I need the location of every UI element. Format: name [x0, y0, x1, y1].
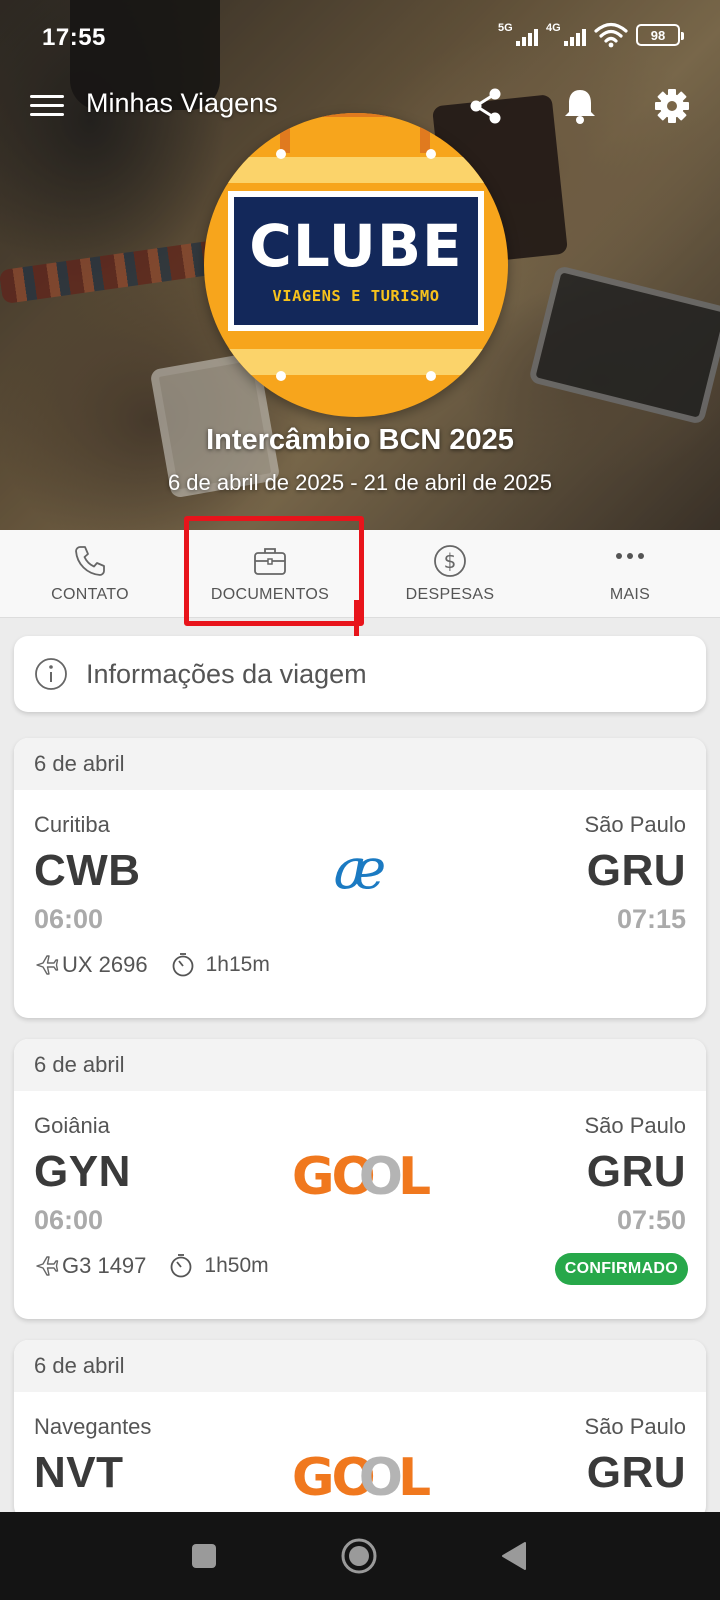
tab-label: MAIS [609, 586, 651, 603]
trip-header-image: 17:55 5G 4G 98 Minhas Viagens CLUBE VIAG… [0, 0, 720, 530]
arrival-time: 07:50 [616, 1205, 686, 1235]
tab-label: CONTATO [51, 586, 129, 603]
plane-icon [36, 955, 59, 975]
origin-city: Curitiba [34, 812, 110, 837]
info-icon [35, 658, 67, 690]
plane-icon [36, 1256, 59, 1276]
dollar-icon: $ [434, 545, 466, 577]
origin-city: Goiânia [34, 1113, 110, 1138]
tab-mais[interactable]: MAIS [540, 530, 720, 617]
battery-icon: 98 [636, 24, 684, 46]
square-icon [192, 1544, 216, 1568]
status-badge: CONFIRMADO [554, 1253, 688, 1285]
trip-title: Intercâmbio BCN 2025 [206, 424, 514, 456]
destination-code: GRU [586, 1448, 686, 1497]
logo-main-text: CLUBE [249, 212, 463, 280]
briefcase-icon [254, 548, 286, 575]
gol-logo: GOOL [291, 1147, 431, 1207]
signal-4g-icon: 4G [546, 22, 586, 48]
flight-card[interactable]: 6 de abril Navegantes São Paulo NVT GRU … [14, 1340, 706, 1520]
destination-city: São Paulo [584, 1414, 686, 1439]
origin-code: GYN [34, 1147, 131, 1196]
trip-tabs: CONTATO DOCUMENTOS $ DESPESAS MAIS [0, 530, 720, 618]
destination-code: GRU [586, 1147, 686, 1196]
menu-icon[interactable] [30, 88, 64, 122]
logo-sub-text: VIAGENS E TURISMO [272, 287, 440, 305]
trip-info-button[interactable]: Informações da viagem [14, 636, 706, 712]
back-button[interactable] [492, 1534, 536, 1578]
origin-code: CWB [34, 846, 141, 895]
app-title: Minhas Viagens [86, 88, 278, 118]
wifi-icon [594, 22, 628, 48]
signal-5g-icon: 5G [498, 22, 538, 48]
flight-date: 6 de abril [14, 1340, 706, 1392]
departure-time: 06:00 [34, 904, 104, 934]
destination-code: GRU [586, 846, 686, 895]
air-europa-logo: æ [333, 837, 387, 902]
more-icon [616, 553, 644, 559]
flight-date: 6 de abril [14, 738, 706, 790]
flight-number: G3 1497 [62, 1253, 147, 1278]
origin-code: NVT [34, 1448, 124, 1497]
destination-city: São Paulo [584, 812, 686, 837]
gol-logo: GOOL [291, 1448, 431, 1508]
flight-number: UX 2696 [62, 952, 148, 977]
phone-icon [75, 546, 105, 576]
destination-city: São Paulo [584, 1113, 686, 1138]
home-button[interactable] [337, 1534, 381, 1578]
flight-duration: 1h50m [204, 1254, 269, 1277]
trip-dates: 6 de abril de 2025 - 21 de abril de 2025 [167, 470, 553, 495]
flight-card[interactable]: 6 de abril Curitiba São Paulo CWB GRU æ … [14, 738, 706, 1018]
origin-city: Navegantes [34, 1414, 152, 1439]
triangle-back-icon [502, 1542, 526, 1570]
flight-card[interactable]: 6 de abril Goiânia São Paulo GYN GRU GOO… [14, 1039, 706, 1319]
trip-info-label: Informações da viagem [86, 658, 367, 689]
system-nav-bar [0, 1512, 720, 1600]
recent-apps-button[interactable] [182, 1534, 226, 1578]
status-time: 17:55 [42, 24, 106, 51]
tab-contato[interactable]: CONTATO [0, 530, 180, 617]
timer-icon [172, 953, 194, 977]
tab-label: DESPESAS [405, 586, 495, 603]
circle-icon [341, 1538, 377, 1574]
arrival-time: 07:15 [616, 904, 686, 934]
departure-time: 06:00 [34, 1205, 104, 1235]
share-icon[interactable] [464, 84, 508, 128]
tab-label: DOCUMENTOS [210, 586, 330, 603]
svg-text:$: $ [444, 549, 457, 573]
timer-icon [171, 1254, 192, 1278]
gear-icon[interactable] [650, 84, 694, 128]
bell-icon[interactable] [558, 84, 602, 128]
status-bar: 17:55 5G 4G 98 [0, 0, 720, 72]
tab-documentos[interactable]: DOCUMENTOS [180, 530, 360, 617]
agency-logo: CLUBE VIAGENS E TURISMO [204, 113, 508, 417]
flight-date: 6 de abril [14, 1039, 706, 1091]
flight-duration: 1h15m [205, 953, 270, 976]
tab-despesas[interactable]: $ DESPESAS [360, 530, 540, 617]
